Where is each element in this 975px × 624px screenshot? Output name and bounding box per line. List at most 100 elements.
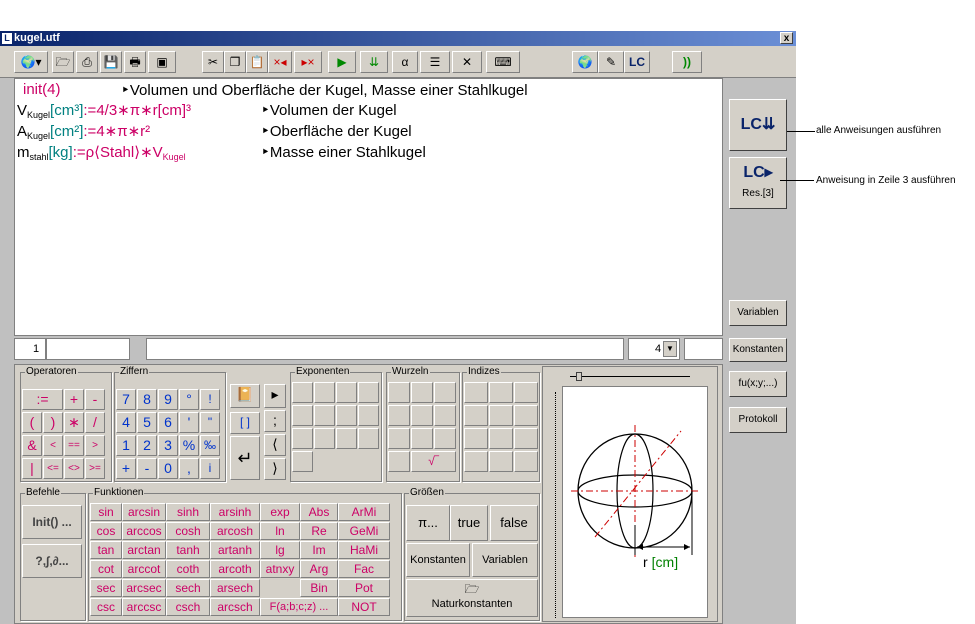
small-key[interactable] xyxy=(292,451,313,472)
function-key[interactable]: arsinh xyxy=(210,503,260,521)
print-icon[interactable]: 🖶 xyxy=(124,51,146,73)
line-3-expr[interactable]: AKugel[cm²]:=4∗π∗r² xyxy=(17,122,150,141)
digit-key[interactable]: 2 xyxy=(137,435,157,456)
arrow-key[interactable]: ▸ xyxy=(264,384,286,408)
function-key[interactable]: sin xyxy=(90,503,122,521)
konstanten-button[interactable]: Konstanten xyxy=(729,338,787,362)
function-key[interactable]: ln xyxy=(260,522,300,540)
fu-button[interactable]: fu(x;y;...) xyxy=(729,371,787,397)
small-key[interactable] xyxy=(336,405,357,426)
function-key[interactable]: coth xyxy=(166,560,210,578)
run-line-button[interactable]: LC▸ Res.[3] xyxy=(729,157,787,209)
function-key[interactable]: arcsec xyxy=(122,579,166,597)
angle-close-key[interactable]: ⟩ xyxy=(264,458,286,480)
small-key[interactable] xyxy=(358,405,379,426)
operator-key[interactable]: <= xyxy=(43,458,63,479)
function-key[interactable]: cos xyxy=(90,522,122,540)
function-key[interactable]: cot xyxy=(90,560,122,578)
digit-key[interactable]: , xyxy=(179,458,199,479)
function-key[interactable]: HaMi xyxy=(338,541,390,559)
small-key[interactable] xyxy=(464,405,488,426)
true-button[interactable]: true xyxy=(450,505,488,541)
false-button[interactable]: false xyxy=(490,505,538,541)
small-key[interactable] xyxy=(514,382,538,403)
worksheet-editor[interactable]: init(4) ‣Volumen und Oberfläche der Kuge… xyxy=(14,78,723,336)
small-key[interactable] xyxy=(514,405,538,426)
function-key[interactable]: Pot xyxy=(338,579,390,597)
function-key[interactable]: ArMi xyxy=(338,503,390,521)
angle-open-key[interactable]: ⟨ xyxy=(264,434,286,456)
digit-key[interactable]: ' xyxy=(179,412,199,433)
enter-icon[interactable]: ↵ xyxy=(230,436,260,480)
small-key[interactable] xyxy=(464,382,488,403)
digit-key[interactable]: 8 xyxy=(137,389,157,410)
rss-icon[interactable]: )) xyxy=(672,51,702,73)
zoom-slider[interactable] xyxy=(570,372,690,382)
variablen-button[interactable]: Variablen xyxy=(729,300,787,326)
digit-key[interactable]: 1 xyxy=(116,435,136,456)
function-key[interactable]: arcoth xyxy=(210,560,260,578)
semicolon-key[interactable]: ; xyxy=(264,410,286,432)
operator-key[interactable]: | xyxy=(22,458,42,479)
function-key[interactable]: csc xyxy=(90,598,122,616)
line-1-expr[interactable]: init(4) xyxy=(23,81,61,98)
precision-select[interactable]: 4 ▼ xyxy=(628,338,680,360)
function-key[interactable]: GeMi xyxy=(338,522,390,540)
small-key[interactable] xyxy=(434,405,456,426)
digit-key[interactable]: " xyxy=(200,412,220,433)
pi-button[interactable]: π... xyxy=(406,505,450,541)
small-key[interactable] xyxy=(314,405,335,426)
digit-key[interactable]: 5 xyxy=(137,412,157,433)
function-key[interactable]: arcsch xyxy=(210,598,260,616)
function-key[interactable]: arccos xyxy=(122,522,166,540)
small-key[interactable] xyxy=(514,451,538,472)
function-key[interactable]: arcosh xyxy=(210,522,260,540)
logo-icon[interactable]: LC xyxy=(624,51,650,73)
operator-key[interactable]: / xyxy=(85,412,105,433)
calculus-button[interactable]: ?,∫,∂... xyxy=(22,544,82,578)
digit-key[interactable]: ‰ xyxy=(200,435,220,456)
operator-key[interactable]: & xyxy=(22,435,42,456)
digit-key[interactable]: 4 xyxy=(116,412,136,433)
book-icon[interactable]: 📔 xyxy=(230,384,260,408)
small-key[interactable] xyxy=(314,428,335,449)
small-key[interactable] xyxy=(292,405,313,426)
small-key[interactable] xyxy=(411,428,433,449)
function-key[interactable]: NOT xyxy=(338,598,390,616)
globe-icon[interactable]: 🌍▾ xyxy=(14,51,48,73)
small-key[interactable] xyxy=(434,382,456,403)
operator-key[interactable]: < xyxy=(43,435,63,456)
function-key[interactable]: Abs xyxy=(300,503,338,521)
function-key[interactable]: lg xyxy=(260,541,300,559)
function-key[interactable]: sinh xyxy=(166,503,210,521)
copy-icon[interactable]: ❐ xyxy=(224,51,246,73)
operator-key[interactable]: == xyxy=(64,435,84,456)
function-key[interactable]: arccot xyxy=(122,560,166,578)
function-key[interactable]: tan xyxy=(90,541,122,559)
save-as-icon[interactable]: ⎙ xyxy=(76,51,98,73)
digit-key[interactable]: % xyxy=(179,435,199,456)
small-key[interactable] xyxy=(434,428,456,449)
formula-input[interactable] xyxy=(146,338,624,360)
digit-key[interactable]: i xyxy=(200,458,220,479)
small-key[interactable] xyxy=(489,405,513,426)
function-key[interactable]: arccsc xyxy=(122,598,166,616)
run-icon[interactable]: ▶ xyxy=(328,51,356,73)
operator-key[interactable]: + xyxy=(64,389,84,410)
function-key[interactable]: F(a;b;c;z) ... xyxy=(260,598,338,616)
close-button[interactable]: x xyxy=(780,32,793,44)
small-key[interactable] xyxy=(489,451,513,472)
function-key[interactable]: Fac xyxy=(338,560,390,578)
function-key[interactable]: sec xyxy=(90,579,122,597)
function-key[interactable]: arcsin xyxy=(122,503,166,521)
function-key[interactable]: cosh xyxy=(166,522,210,540)
function-key[interactable]: arctan xyxy=(122,541,166,559)
function-key[interactable]: atnxy xyxy=(260,560,300,578)
digit-key[interactable]: - xyxy=(137,458,157,479)
small-key[interactable] xyxy=(388,451,410,472)
open-folder-icon[interactable]: 🗁 xyxy=(52,51,74,73)
line-2-expr[interactable]: VKugel[cm³]:=4/3∗π∗r[cm]³ xyxy=(17,101,191,120)
operator-key[interactable]: > xyxy=(85,435,105,456)
small-key[interactable] xyxy=(489,382,513,403)
small-key[interactable] xyxy=(358,382,379,403)
